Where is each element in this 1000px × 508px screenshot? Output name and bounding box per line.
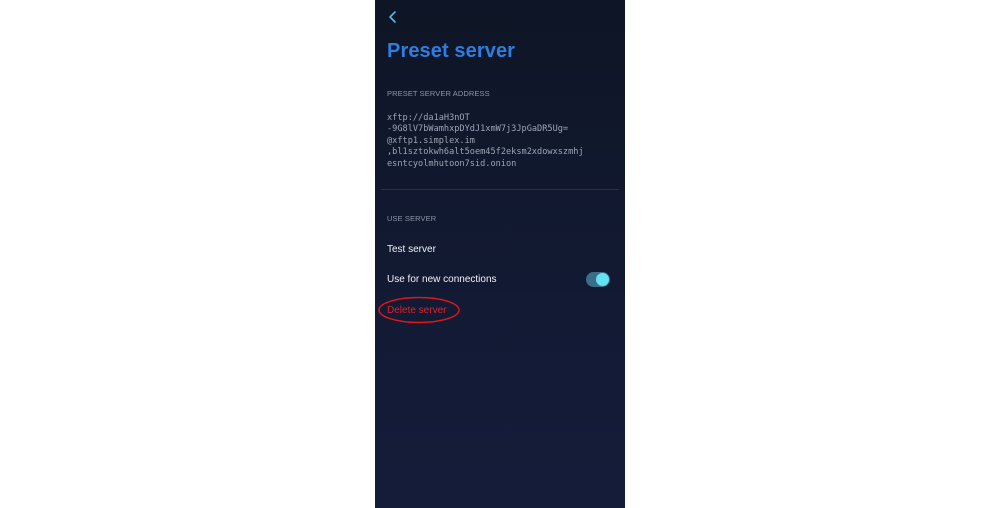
- use-for-new-connections-label: Use for new connections: [387, 274, 497, 285]
- address-line: xftp://da1aH3nOT: [387, 113, 470, 123]
- use-for-new-connections-toggle[interactable]: [586, 272, 610, 287]
- page-title: Preset server: [387, 40, 516, 62]
- address-line: ,bl1sztokwh6alt5oem45f2eksm2xdowxszmhj: [387, 147, 584, 158]
- app-screen: Preset server PRESET SERVER ADDRESS xftp…: [375, 0, 625, 508]
- toggle-knob: [596, 273, 609, 286]
- test-server-button[interactable]: Test server: [387, 244, 436, 255]
- server-address-text: xftp://da1aH3nOT -9G8lV7bWamhxpDYdJ1xmW7…: [387, 113, 619, 170]
- use-server-label: USE SERVER: [387, 214, 437, 223]
- address-line: @xftp1.simplex.im: [387, 135, 475, 146]
- back-button[interactable]: [383, 8, 403, 30]
- delete-server-button[interactable]: Delete server: [387, 305, 446, 316]
- chevron-left-icon: [388, 10, 398, 29]
- address-line: esntcyolmhutoon7sid.onion: [387, 158, 517, 169]
- section-divider: [381, 189, 619, 190]
- address-line: -9G8lV7bWamhxpDYdJ1xmW7j3JpGaDR5Ug=: [387, 124, 569, 135]
- preset-server-address-label: PRESET SERVER ADDRESS: [387, 89, 490, 98]
